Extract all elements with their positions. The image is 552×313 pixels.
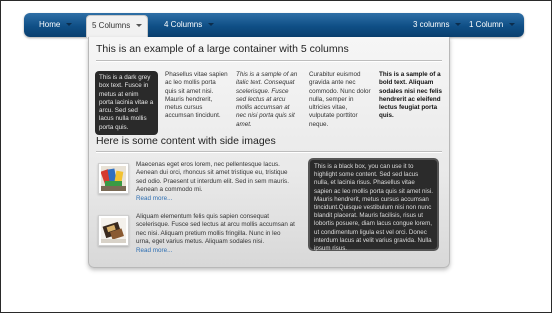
- columns-heading: This is an example of a large container …: [96, 43, 349, 55]
- column-plain: Phasellus vitae sapien ac leo mollis por…: [165, 71, 228, 120]
- read-more-link[interactable]: Read more...: [136, 247, 172, 254]
- dropdown-panel: This is an example of a large container …: [88, 37, 450, 268]
- nav-item-3-columns[interactable]: 3 columns: [413, 13, 462, 37]
- thumbnail-image[interactable]: [98, 215, 129, 246]
- nav-item-label: 5 Columns: [92, 21, 131, 30]
- nav-item-home[interactable]: Home: [39, 13, 73, 37]
- caret-down-icon: [509, 23, 516, 26]
- divider: [96, 151, 442, 153]
- column-plain: Curabitur euismod gravida ante nec commo…: [309, 71, 371, 128]
- nav-item-label: 1 Column: [469, 20, 504, 29]
- read-more-link[interactable]: Read more...: [136, 195, 172, 202]
- caret-down-icon: [208, 23, 215, 26]
- thumbnail-image[interactable]: [98, 163, 129, 194]
- brochure-image: [101, 218, 126, 243]
- nav-item-label: 3 columns: [413, 20, 450, 29]
- colorful-objects-image: [100, 166, 126, 191]
- side-item-text: Aliquam elementum felis quis sapien cons…: [136, 213, 296, 255]
- caret-down-icon: [455, 23, 462, 26]
- side-item-body: Maecenas eget eros lorem, nec pellentesq…: [136, 161, 289, 194]
- divider: [96, 60, 442, 62]
- nav-item-4-columns[interactable]: 4 Columns: [164, 13, 215, 37]
- nav-item-label: 4 Columns: [164, 20, 203, 29]
- black-highlight-box: This is a black box, you can use it to h…: [308, 158, 439, 252]
- nav-item-label: Home: [39, 20, 61, 29]
- side-images-heading: Here is some content with side images: [96, 135, 276, 147]
- nav-bar: Home 5 Columns 4 Columns 3 columns 1 Col…: [24, 13, 524, 38]
- column-dark-box: This is a dark grey box text. Fusce in m…: [95, 71, 158, 136]
- nav-item-1-column[interactable]: 1 Column: [469, 13, 516, 37]
- side-item-text: Maecenas eget eros lorem, nec pellentesq…: [136, 161, 296, 203]
- caret-down-icon: [136, 24, 143, 27]
- nav-item-5-columns[interactable]: 5 Columns: [86, 15, 149, 38]
- column-bold: This is a sample of a bold text. Aliquam…: [379, 71, 442, 120]
- column-italic: This is a sample of an italic text. Cons…: [236, 71, 298, 128]
- side-item-body: Aliquam elementum felis quis sapien cons…: [136, 213, 295, 246]
- caret-down-icon: [66, 23, 73, 26]
